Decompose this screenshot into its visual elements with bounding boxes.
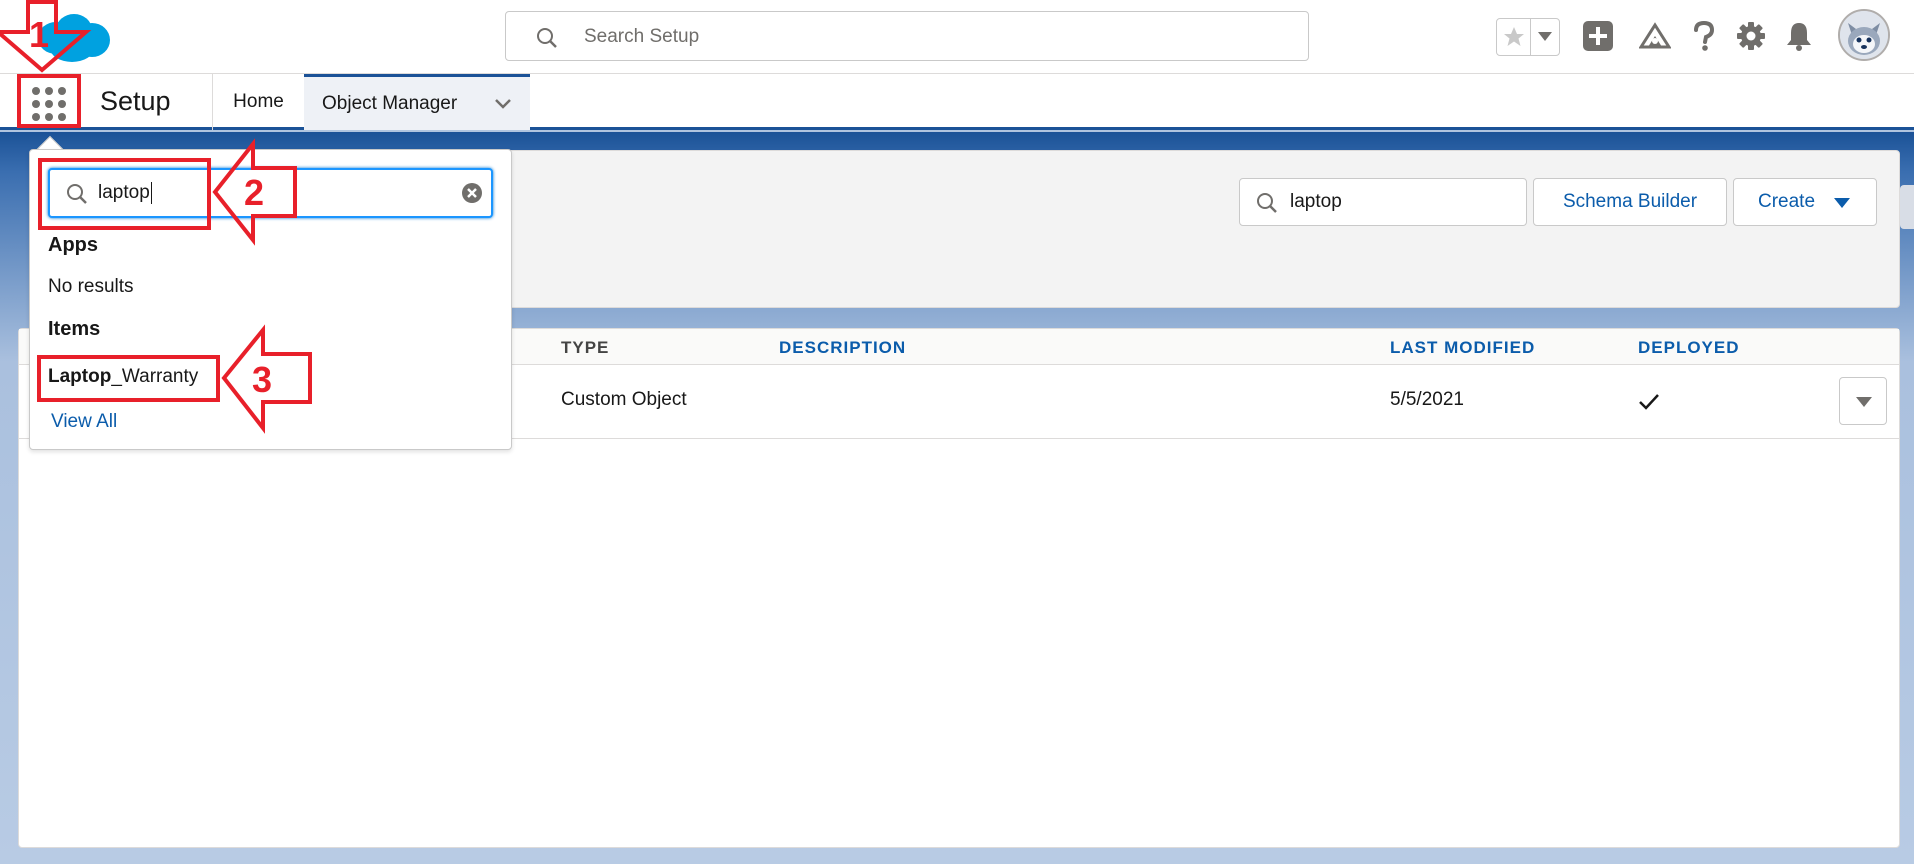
row-actions-button[interactable] (1839, 377, 1887, 425)
launcher-dot (45, 113, 53, 121)
setup-gear-button[interactable] (1733, 18, 1769, 54)
create-button[interactable]: Create (1733, 178, 1877, 226)
gear-icon (1737, 22, 1765, 50)
salesforce-logo[interactable] (32, 10, 112, 66)
apps-heading: Apps (48, 234, 98, 256)
add-icon (1583, 21, 1613, 51)
apps-no-results: No results (48, 276, 134, 297)
avatar[interactable] (1838, 9, 1890, 61)
notifications-button[interactable] (1781, 18, 1817, 54)
caret-down-icon (1856, 397, 1872, 407)
global-header: Search Setup (0, 0, 1914, 74)
chevron-down-icon[interactable] (494, 95, 512, 113)
search-icon (537, 28, 557, 48)
launcher-dot (58, 113, 66, 121)
schema-builder-button[interactable]: Schema Builder (1533, 178, 1727, 226)
favorites-list-button[interactable] (1531, 19, 1559, 55)
view-all-link[interactable]: View All (51, 411, 117, 433)
column-header-last-modified[interactable]: LAST MODIFIED (1390, 338, 1535, 358)
help-button[interactable] (1686, 18, 1722, 54)
items-heading: Items (48, 318, 101, 340)
clear-icon[interactable] (461, 182, 483, 204)
item-match-text: Laptop (48, 366, 112, 387)
app-name: Setup (100, 86, 171, 116)
trailhead-button[interactable] (1637, 18, 1673, 54)
launcher-dot (32, 100, 40, 108)
cell-type: Custom Object (561, 389, 687, 410)
star-icon (1503, 27, 1524, 46)
favorites-group (1496, 18, 1560, 56)
search-placeholder: Search Setup (584, 26, 700, 47)
search-icon (1257, 193, 1277, 213)
app-launcher-search-value: laptop (98, 182, 150, 204)
tab-object-manager-label: Object Manager (322, 92, 458, 114)
launcher-dot (58, 100, 66, 108)
launcher-dot (58, 87, 66, 95)
context-bar: Setup Home Object Manager (0, 74, 1914, 130)
chevron-down-icon (1538, 32, 1552, 41)
text-cursor (150, 182, 152, 204)
avatar-image (1840, 11, 1888, 59)
cell-last-modified: 5/5/2021 (1390, 389, 1464, 410)
column-header-deployed[interactable]: DEPLOYED (1638, 338, 1740, 358)
launcher-dot (45, 87, 53, 95)
tab-object-manager[interactable]: Object Manager (304, 74, 530, 130)
trailhead-icon (1639, 22, 1671, 49)
create-button-label: Create (1758, 191, 1816, 212)
global-actions-button[interactable] (1580, 18, 1616, 54)
search-icon (67, 184, 87, 204)
app-launcher-icon[interactable] (26, 84, 72, 124)
checkmark-icon (1639, 394, 1659, 410)
item-rest-text: _Warranty (111, 366, 199, 387)
bell-icon (1787, 23, 1811, 51)
app-launcher-search-input[interactable]: laptop (48, 168, 493, 218)
column-header-type: TYPE (561, 338, 610, 357)
global-search-input[interactable]: Search Setup (505, 11, 1309, 61)
quick-find-value: laptop (1290, 191, 1342, 212)
caret-down-icon (1834, 198, 1850, 208)
launcher-dot (45, 100, 53, 108)
app-launcher-search-wrap: laptop (98, 182, 152, 204)
side-panel-handle[interactable] (1900, 185, 1914, 229)
launcher-dot (32, 113, 40, 121)
item-laptop-warranty[interactable]: Laptop_Warranty (48, 366, 198, 388)
launcher-dot (32, 87, 40, 95)
favorite-button[interactable] (1497, 19, 1531, 55)
quick-find-input[interactable]: laptop (1239, 178, 1527, 226)
tab-home[interactable]: Home (212, 74, 304, 130)
help-icon (1694, 20, 1715, 51)
column-header-description[interactable]: DESCRIPTION (779, 338, 906, 358)
